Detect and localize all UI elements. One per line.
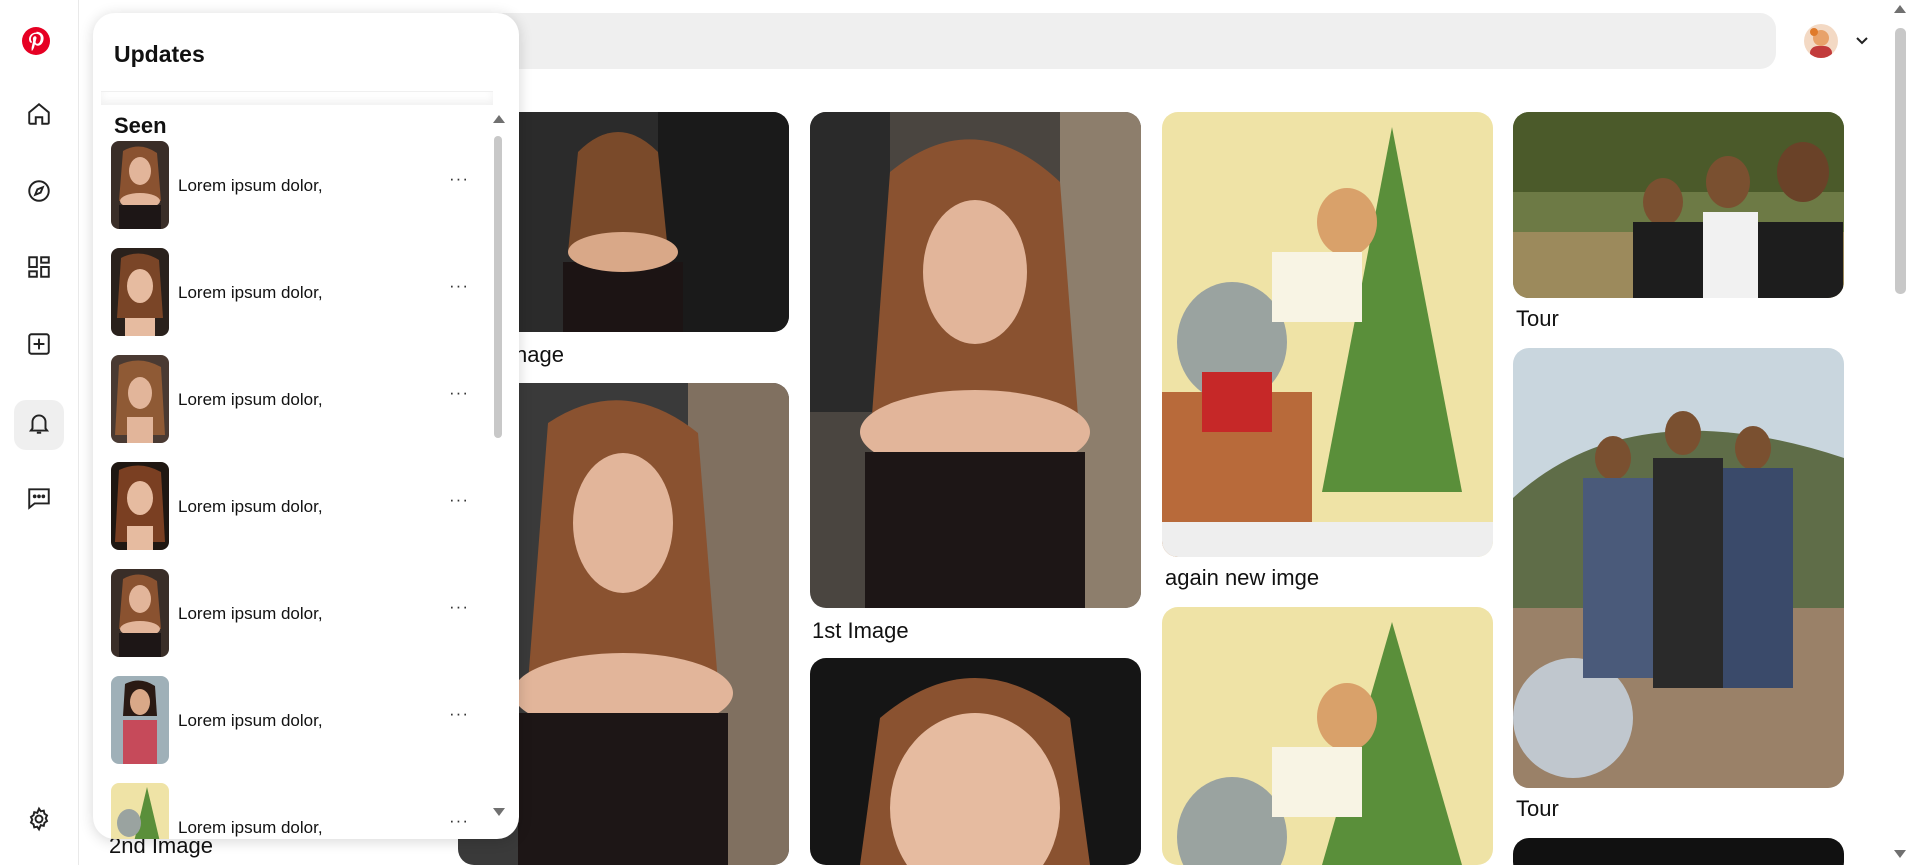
pin-title: again new imge <box>1165 565 1320 590</box>
notification-thumbnail <box>111 676 169 764</box>
bell-icon <box>26 410 52 441</box>
list-item[interactable]: Lorem ipsum dolor, ··· <box>111 783 471 839</box>
list-item[interactable]: Lorem ipsum dolor, ··· <box>111 248 471 338</box>
search-input[interactable] <box>458 13 1776 69</box>
more-options-icon[interactable]: ··· <box>449 383 469 403</box>
scroll-down-icon[interactable] <box>1894 850 1906 858</box>
page-scrollbar[interactable] <box>1895 28 1906 294</box>
nav-create[interactable] <box>14 321 64 371</box>
scroll-up-icon[interactable] <box>493 115 505 123</box>
settings-icon <box>26 806 52 837</box>
notification-text: Lorem ipsum dolor, <box>178 176 323 195</box>
pin-image[interactable] <box>1513 112 1844 298</box>
nav-messages[interactable] <box>14 475 64 525</box>
list-item[interactable]: Lorem ipsum dolor, ··· <box>111 141 471 231</box>
panel-scrollbar[interactable] <box>494 136 502 438</box>
notification-text: Lorem ipsum dolor, <box>178 497 323 516</box>
notification-thumbnail <box>111 783 169 839</box>
notification-thumbnail <box>111 462 169 550</box>
pin-title: Tour <box>1516 306 1559 331</box>
scroll-down-icon[interactable] <box>493 808 505 816</box>
list-item[interactable]: Lorem ipsum dolor, ··· <box>111 569 471 659</box>
nav-updates[interactable] <box>14 400 64 450</box>
more-options-icon[interactable]: ··· <box>449 169 469 189</box>
panel-title: Updates <box>114 41 205 67</box>
chevron-down-icon[interactable] <box>1852 30 1872 50</box>
list-item[interactable]: Lorem ipsum dolor, ··· <box>111 355 471 445</box>
list-item[interactable]: Lorem ipsum dolor, ··· <box>111 676 471 766</box>
compass-icon <box>26 178 52 209</box>
more-options-icon[interactable]: ··· <box>449 811 469 831</box>
pinterest-logo-icon[interactable] <box>20 25 52 57</box>
nav-explore[interactable] <box>14 168 64 218</box>
dashboard-icon <box>26 254 52 285</box>
create-icon <box>26 331 52 362</box>
pin-image[interactable] <box>810 658 1141 865</box>
pin-image[interactable] <box>1162 607 1493 865</box>
left-sidebar <box>0 0 79 865</box>
notification-text: Lorem ipsum dolor, <box>178 390 323 409</box>
pin-title: Tour <box>1516 796 1559 821</box>
messages-icon <box>26 485 52 516</box>
notification-text: Lorem ipsum dolor, <box>178 711 323 730</box>
pin-title: 1st Image <box>812 618 909 643</box>
notification-text: Lorem ipsum dolor, <box>178 604 323 623</box>
section-heading: Seen <box>114 113 167 138</box>
notification-thumbnail <box>111 569 169 657</box>
nav-settings[interactable] <box>14 796 64 846</box>
pin-image[interactable] <box>1513 348 1844 788</box>
pin-image[interactable] <box>1162 112 1493 557</box>
more-options-icon[interactable]: ··· <box>449 597 469 617</box>
pin-image[interactable] <box>810 112 1141 608</box>
nav-boards[interactable] <box>14 244 64 294</box>
scroll-up-icon[interactable] <box>1894 5 1906 13</box>
notification-thumbnail <box>111 355 169 443</box>
notification-thumbnail <box>111 141 169 229</box>
more-options-icon[interactable]: ··· <box>449 276 469 296</box>
home-icon <box>26 101 52 132</box>
pin-image[interactable] <box>1513 838 1844 865</box>
more-options-icon[interactable]: ··· <box>449 490 469 510</box>
avatar[interactable] <box>1804 24 1838 58</box>
divider <box>101 91 493 105</box>
more-options-icon[interactable]: ··· <box>449 704 469 724</box>
notification-text: Lorem ipsum dolor, <box>178 283 323 302</box>
list-item[interactable]: Lorem ipsum dolor, ··· <box>111 462 471 552</box>
updates-panel: Updates Seen Lorem ipsum dolor, ··· Lore… <box>93 13 519 839</box>
nav-home[interactable] <box>14 91 64 141</box>
notification-text: Lorem ipsum dolor, <box>178 818 323 837</box>
notification-thumbnail <box>111 248 169 336</box>
pin-title: nage <box>515 342 564 367</box>
